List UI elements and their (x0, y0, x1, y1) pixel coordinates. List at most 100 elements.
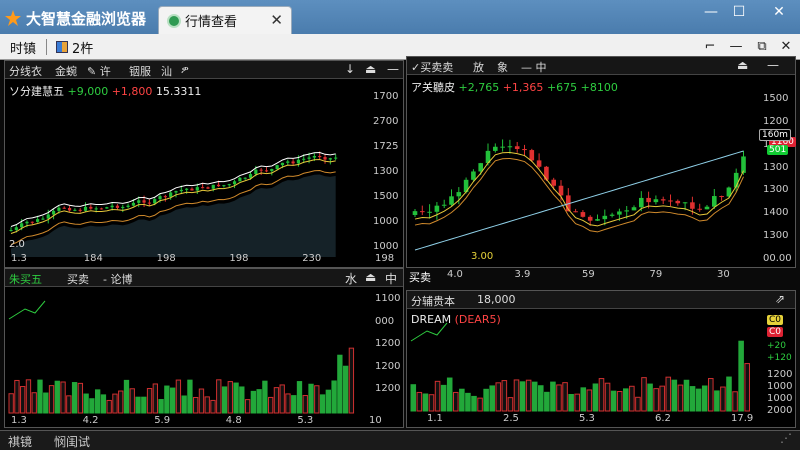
badge-yellow: C0 (767, 315, 784, 325)
axis-tick: 184 (83, 253, 103, 264)
volume-bar (296, 381, 303, 414)
candle-body (536, 160, 542, 167)
candle-body (328, 158, 332, 160)
volume-value: 18,000 (477, 293, 516, 306)
status-item-2[interactable]: 悯闺试 (54, 433, 90, 450)
candle-body (227, 184, 231, 186)
candle-body (595, 219, 600, 221)
tab-buy-sell[interactable]: ✓买卖卖 (411, 59, 453, 75)
tab-label: 行情查看 (185, 15, 238, 30)
volume-bar (227, 381, 233, 414)
candle-body (434, 205, 440, 212)
volume-bar (291, 395, 297, 414)
candle-body (280, 162, 285, 166)
volume-bar (695, 388, 702, 412)
candle-body (264, 170, 269, 172)
status-item-1[interactable]: 褀镜 (8, 433, 32, 450)
candle-body (174, 191, 178, 193)
volume-bar (513, 379, 520, 412)
resize-grip-icon[interactable]: ⋰ (780, 431, 792, 445)
candle-body (137, 200, 141, 203)
tab-close-icon[interactable]: ✕ (270, 11, 283, 29)
volume-bar (141, 396, 147, 414)
candle-body (36, 219, 40, 222)
volume-bar (250, 390, 257, 414)
minimize-panel-icon[interactable]: — (767, 58, 779, 72)
tab-minute-line[interactable]: 分线衣 (9, 63, 42, 79)
expand-icon[interactable]: ⇗ (775, 292, 785, 306)
toolbar-restore-button[interactable]: ⧉ (752, 37, 772, 57)
tab-zoom[interactable]: 放 (473, 59, 484, 75)
middle-icon[interactable]: 中 (385, 270, 397, 287)
tab-middle[interactable]: — 中 (521, 59, 547, 75)
close-button[interactable]: ✕ (764, 2, 794, 24)
tab-discuss[interactable]: - 论博 (103, 271, 132, 287)
axis-tick: 30 (717, 269, 730, 280)
axis-tick: 1500 (763, 93, 789, 104)
volume-bar (100, 394, 107, 414)
toolbar-close-button[interactable]: ✕ (776, 37, 796, 57)
candle-body (195, 187, 199, 191)
volume-bar (198, 388, 205, 414)
tool-item-2[interactable]: 汕 (161, 63, 172, 79)
water-icon[interactable]: 水 (345, 270, 357, 287)
candle-body (222, 185, 226, 187)
tool-item[interactable]: 铟服 (129, 63, 151, 79)
download-icon[interactable]: ↓ (345, 62, 355, 76)
bottom-left-label: 2.0 (9, 239, 25, 250)
candle-body (89, 206, 93, 209)
axis-tick: 17.9 (731, 413, 754, 424)
tool-item-3[interactable]: ዎ (181, 63, 189, 77)
toolbar-pin-button[interactable]: ⌐ (700, 37, 720, 57)
tab-buysell-bottom[interactable]: 买卖 (409, 269, 431, 285)
tab-trade[interactable]: 买卖 (67, 271, 89, 287)
candle-body (712, 196, 717, 207)
volume-bar (66, 395, 72, 414)
maximize-button[interactable]: ☐ (724, 2, 754, 24)
toolbar-min-button[interactable]: — (726, 37, 746, 57)
toolbar-item-time[interactable]: 时镇 (10, 38, 36, 57)
candle-body (238, 177, 242, 182)
volume-bar (635, 396, 641, 412)
axis-tick: 59 (582, 269, 595, 280)
candle-body (185, 188, 189, 190)
eject-icon[interactable]: ⏏ (737, 58, 748, 72)
minimize-button[interactable]: — (696, 2, 726, 24)
tab-market[interactable]: 行情查看 ✕ (158, 6, 292, 34)
volume-bar (8, 393, 14, 414)
minimize-panel-icon[interactable]: — (387, 62, 399, 76)
axis-tick: 5.3 (579, 413, 595, 424)
candle-body (121, 206, 125, 208)
tab-vermilion[interactable]: 朱买五 (9, 271, 42, 287)
eject-icon[interactable]: ⏏ (365, 270, 376, 284)
tab-ticks[interactable]: 分辅贵本 (411, 293, 455, 309)
axis-tick: 1300 (763, 230, 789, 242)
eject-icon[interactable]: ⏏ (365, 62, 376, 76)
volume-bar (135, 396, 141, 414)
toolbar-separator (46, 39, 47, 55)
price-label: 3.00 (471, 251, 494, 262)
price-badge-current: 160m (759, 129, 791, 141)
volume-bar (71, 382, 78, 414)
candle-body (94, 208, 98, 210)
volume-bar (169, 387, 176, 414)
tab-gold[interactable]: 金蜿 (55, 63, 77, 79)
candle-body (270, 169, 274, 171)
tab-elephant[interactable]: 象 (497, 59, 508, 75)
volume-bar (550, 381, 556, 412)
panel-header: 分辅贵本 18,000 ⇗ (407, 291, 795, 309)
app-title-text: 大智慧金融浏览器 (26, 9, 147, 28)
toolbar-item-view[interactable]: 2杵 (56, 38, 93, 57)
volume-bar (285, 393, 291, 414)
mini-trend-line (410, 322, 448, 342)
volume-bar (531, 381, 538, 412)
candle-body (153, 199, 157, 204)
axis-tick: 198 (156, 253, 176, 264)
axis-tick: 1400 (763, 207, 789, 219)
volume-bar (216, 379, 222, 414)
tool-draw[interactable]: ✎ 许 (87, 63, 111, 79)
volume-bar (279, 384, 285, 414)
status-bar: 褀镜 悯闺试 ⋰ (0, 430, 800, 450)
axis-tick: 79 (649, 269, 663, 280)
volume-bar (714, 390, 720, 412)
